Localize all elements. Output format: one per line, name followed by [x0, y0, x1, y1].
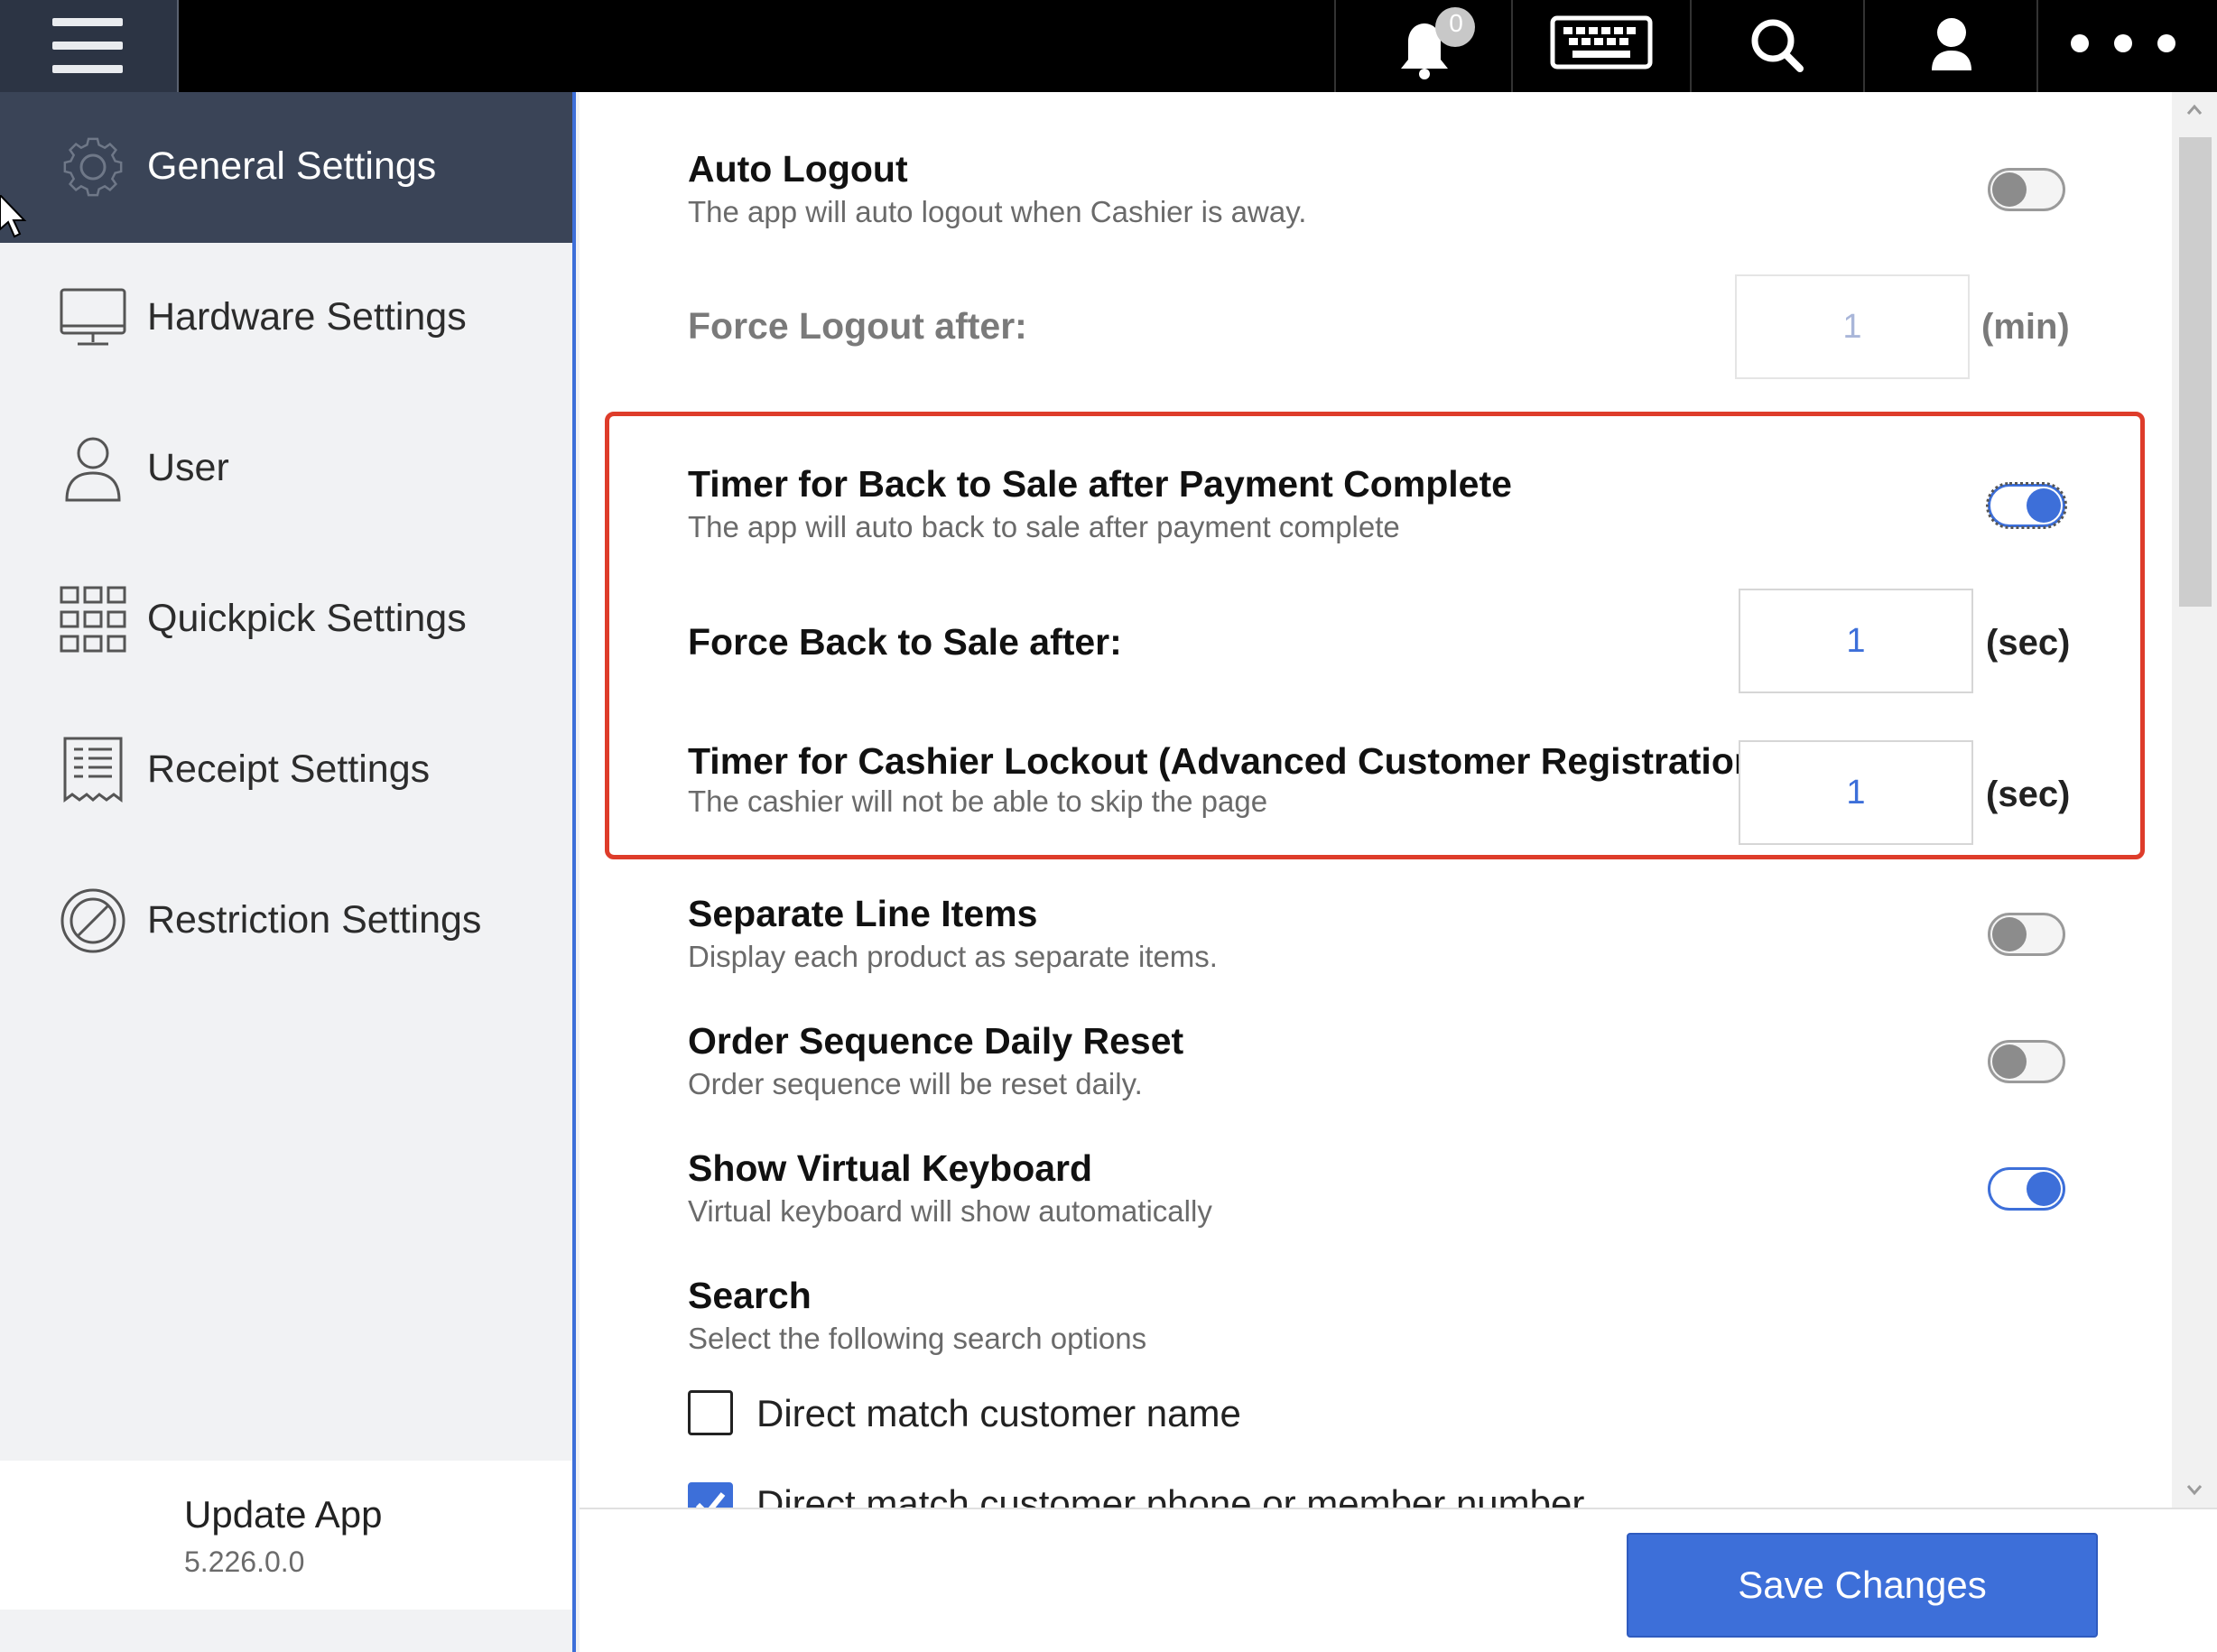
force-logout-input[interactable]: 1 — [1735, 274, 1970, 379]
settings-content: Auto Logout The app will auto logout whe… — [580, 92, 2217, 1508]
settings-footer: Save Changes — [580, 1508, 2217, 1652]
grid-icon — [60, 586, 126, 653]
more-options-button[interactable] — [2036, 0, 2217, 92]
update-app-button[interactable]: Update App 5.226.0.0 — [0, 1461, 572, 1610]
force-logout-label: Force Logout after: — [688, 305, 1027, 347]
scroll-down-arrow-icon[interactable] — [2172, 1471, 2217, 1508]
virtual-keyboard-description: Virtual keyboard will show automatically — [688, 1194, 1212, 1228]
checkbox-label: Direct match customer name — [756, 1392, 1241, 1434]
scroll-thumb[interactable] — [2179, 137, 2212, 607]
gear-icon — [63, 137, 123, 197]
checkbox-label: Direct match customer phone or member nu… — [756, 1482, 1585, 1508]
user-icon — [1932, 18, 1971, 70]
user-profile-button[interactable] — [1863, 0, 2036, 92]
search-icon — [1751, 19, 1804, 72]
mouse-cursor-icon — [0, 195, 27, 238]
scroll-up-arrow-icon[interactable] — [2172, 92, 2217, 128]
sidebar-item-general-settings[interactable]: General Settings — [0, 92, 572, 243]
save-changes-button[interactable]: Save Changes — [1627, 1533, 2098, 1638]
back-to-sale-timer-title: Timer for Back to Sale after Payment Com… — [688, 463, 1512, 505]
force-logout-unit: (min) — [1981, 307, 2070, 347]
order-sequence-reset-description: Order sequence will be reset daily. — [688, 1067, 1143, 1100]
app-version: 5.226.0.0 — [184, 1545, 305, 1578]
search-button[interactable] — [1690, 0, 1863, 92]
receipt-icon — [63, 737, 123, 803]
search-section-title: Search — [688, 1275, 812, 1316]
monitor-icon — [60, 288, 126, 346]
back-to-sale-timer-description: The app will auto back to sale after pay… — [688, 510, 1400, 543]
separate-line-items-title: Separate Line Items — [688, 893, 1038, 934]
virtual-keyboard-toggle[interactable] — [1988, 1167, 2065, 1211]
auto-logout-title: Auto Logout — [688, 148, 908, 190]
order-sequence-reset-title: Order Sequence Daily Reset — [688, 1020, 1184, 1062]
sidebar-item-label: Receipt Settings — [147, 747, 431, 791]
keyboard-button[interactable] — [1511, 0, 1690, 92]
auto-logout-toggle[interactable] — [1988, 168, 2065, 211]
sidebar-item-label: Restriction Settings — [147, 898, 482, 942]
restriction-icon — [60, 888, 125, 953]
force-back-to-sale-unit: (sec) — [1986, 623, 2071, 663]
more-icon — [2071, 34, 2175, 52]
bell-icon — [1401, 7, 1475, 79]
auto-logout-description: The app will auto logout when Cashier is… — [688, 195, 1307, 228]
force-back-to-sale-input[interactable]: 1 — [1739, 589, 1973, 693]
search-section-description: Select the following search options — [688, 1322, 1147, 1355]
hamburger-menu-button[interactable] — [0, 0, 179, 92]
cashier-lockout-unit: (sec) — [1986, 775, 2071, 814]
cashier-lockout-input[interactable]: 1 — [1739, 740, 1973, 845]
order-sequence-reset-toggle[interactable] — [1988, 1040, 2065, 1083]
cashier-lockout-timer-description: The cashier will not be able to skip the… — [688, 784, 1268, 818]
sidebar-item-label: Quickpick Settings — [147, 597, 467, 640]
separate-line-items-toggle[interactable] — [1988, 913, 2065, 956]
notifications-button[interactable]: 0 — [1334, 0, 1511, 92]
keyboard-icon — [1550, 15, 1653, 70]
notification-count-badge: 0 — [1449, 9, 1463, 37]
direct-match-phone-checkbox[interactable] — [688, 1482, 733, 1508]
update-app-label: Update App — [184, 1493, 383, 1536]
separate-line-items-description: Display each product as separate items. — [688, 940, 1218, 973]
cashier-lockout-timer-title: Timer for Cashier Lockout (Advanced Cust… — [688, 740, 1769, 782]
direct-match-customer-name-checkbox[interactable] — [688, 1390, 733, 1435]
sidebar-item-receipt-settings[interactable]: Receipt Settings — [0, 695, 572, 846]
content-scrollbar[interactable] — [2172, 92, 2217, 1508]
sidebar-item-user[interactable]: User — [0, 394, 572, 544]
sidebar-item-restriction-settings[interactable]: Restriction Settings — [0, 846, 572, 997]
checkmark-icon — [695, 1492, 726, 1508]
sidebar-item-label: User — [147, 446, 229, 489]
settings-sidebar: General Settings Hardware Settings User … — [0, 92, 576, 1652]
user-icon — [65, 437, 121, 502]
back-to-sale-timer-toggle[interactable] — [1986, 482, 2067, 529]
virtual-keyboard-title: Show Virtual Keyboard — [688, 1147, 1093, 1189]
top-bar: 0 — [0, 0, 2217, 92]
sidebar-item-label: Hardware Settings — [147, 295, 467, 339]
hamburger-menu-icon — [52, 18, 123, 74]
force-back-to-sale-label: Force Back to Sale after: — [688, 621, 1122, 663]
sidebar-item-hardware-settings[interactable]: Hardware Settings — [0, 243, 572, 394]
sidebar-item-label: General Settings — [147, 144, 437, 188]
sidebar-item-quickpick-settings[interactable]: Quickpick Settings — [0, 544, 572, 695]
